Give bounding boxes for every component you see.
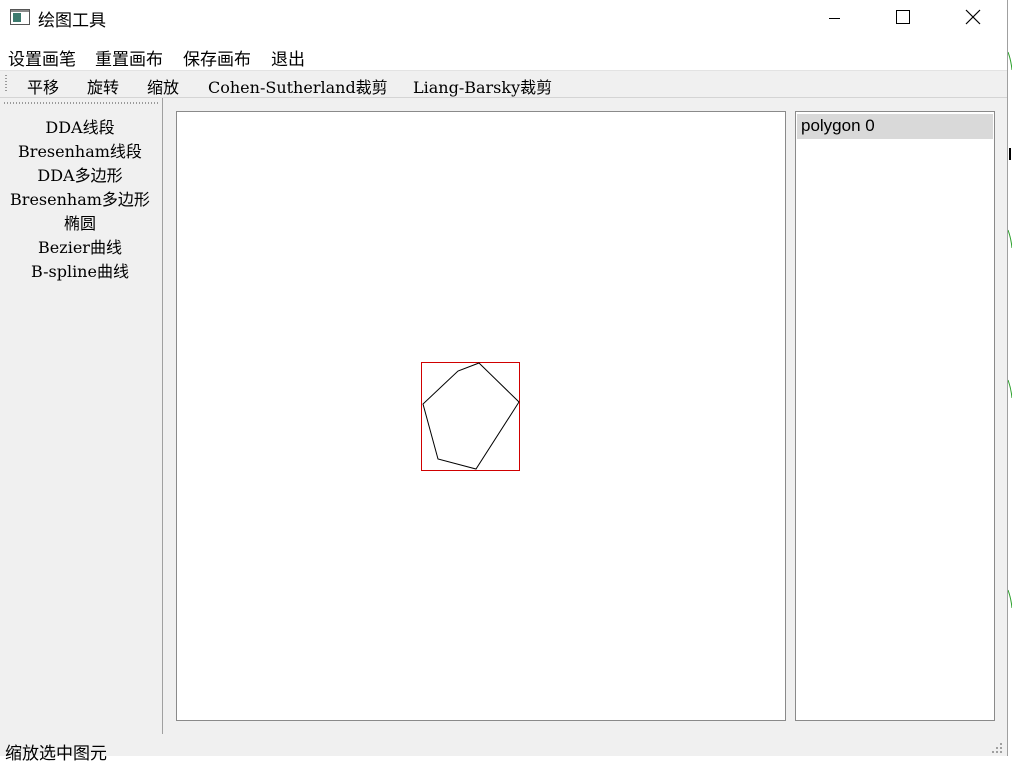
close-button[interactable] — [950, 0, 996, 36]
tool-clip-cohen-sutherland[interactable]: Cohen-Sutherland裁剪 — [208, 74, 388, 98]
tool-clip-liang-barsky[interactable]: Liang-Barsky裁剪 — [413, 74, 552, 98]
polygon-shape[interactable] — [422, 362, 520, 470]
drawing-canvas[interactable] — [176, 111, 786, 721]
close-icon — [965, 9, 981, 25]
maximize-button[interactable] — [879, 0, 925, 36]
app-icon — [10, 9, 30, 25]
menu-bar: 设置画笔 重置画布 保存画布 退出 — [0, 36, 1007, 70]
toolbar: 平移 旋转 缩放 Cohen-Sutherland裁剪 Liang-Barsky… — [0, 70, 1007, 98]
window-title: 绘图工具 — [38, 11, 106, 31]
tool-scale[interactable]: 缩放 — [147, 74, 179, 98]
toolbar-grip-handle[interactable] — [5, 75, 7, 93]
algorithm-dock: DDA线段 Bresenham线段 DDA多边形 Bresenham多边形 椭圆… — [0, 98, 163, 734]
list-item[interactable]: polygon 0 — [797, 114, 993, 139]
maximize-icon — [896, 10, 910, 24]
draw-ellipse[interactable]: 椭圆 — [0, 210, 160, 234]
status-bar: 缩放选中图元 — [0, 734, 1007, 764]
title-bar[interactable]: 绘图工具 — [0, 0, 1007, 36]
status-message: 缩放选中图元 — [5, 744, 107, 764]
list-item-label: polygon 0 — [801, 116, 875, 135]
draw-line-bresenham[interactable]: Bresenham线段 — [0, 138, 160, 162]
minimize-icon — [829, 18, 840, 19]
menu-exit[interactable]: 退出 — [271, 45, 305, 70]
resize-grip-icon[interactable] — [991, 742, 1003, 754]
dock-grip-handle[interactable] — [4, 102, 159, 104]
main-window: 绘图工具 设置画笔 重置画布 保存画布 退出 平移 旋转 缩放 Cohen-Su… — [0, 0, 1008, 764]
tool-rotate[interactable]: 旋转 — [87, 74, 119, 98]
menu-reset-canvas[interactable]: 重置画布 — [95, 45, 163, 70]
tool-translate[interactable]: 平移 — [27, 74, 59, 98]
background-window-edge — [1007, 0, 1012, 756]
draw-curve-bezier[interactable]: Bezier曲线 — [0, 234, 160, 258]
canvas-drawing — [421, 362, 520, 471]
menu-set-pen[interactable]: 设置画笔 — [8, 45, 76, 70]
menu-save-canvas[interactable]: 保存画布 — [183, 45, 251, 70]
item-list[interactable]: polygon 0 — [795, 111, 995, 721]
draw-polygon-bresenham[interactable]: Bresenham多边形 — [0, 186, 160, 210]
minimize-button[interactable] — [811, 0, 857, 36]
draw-polygon-dda[interactable]: DDA多边形 — [0, 162, 160, 186]
draw-curve-bspline[interactable]: B-spline曲线 — [0, 258, 160, 282]
draw-line-dda[interactable]: DDA线段 — [0, 114, 160, 138]
